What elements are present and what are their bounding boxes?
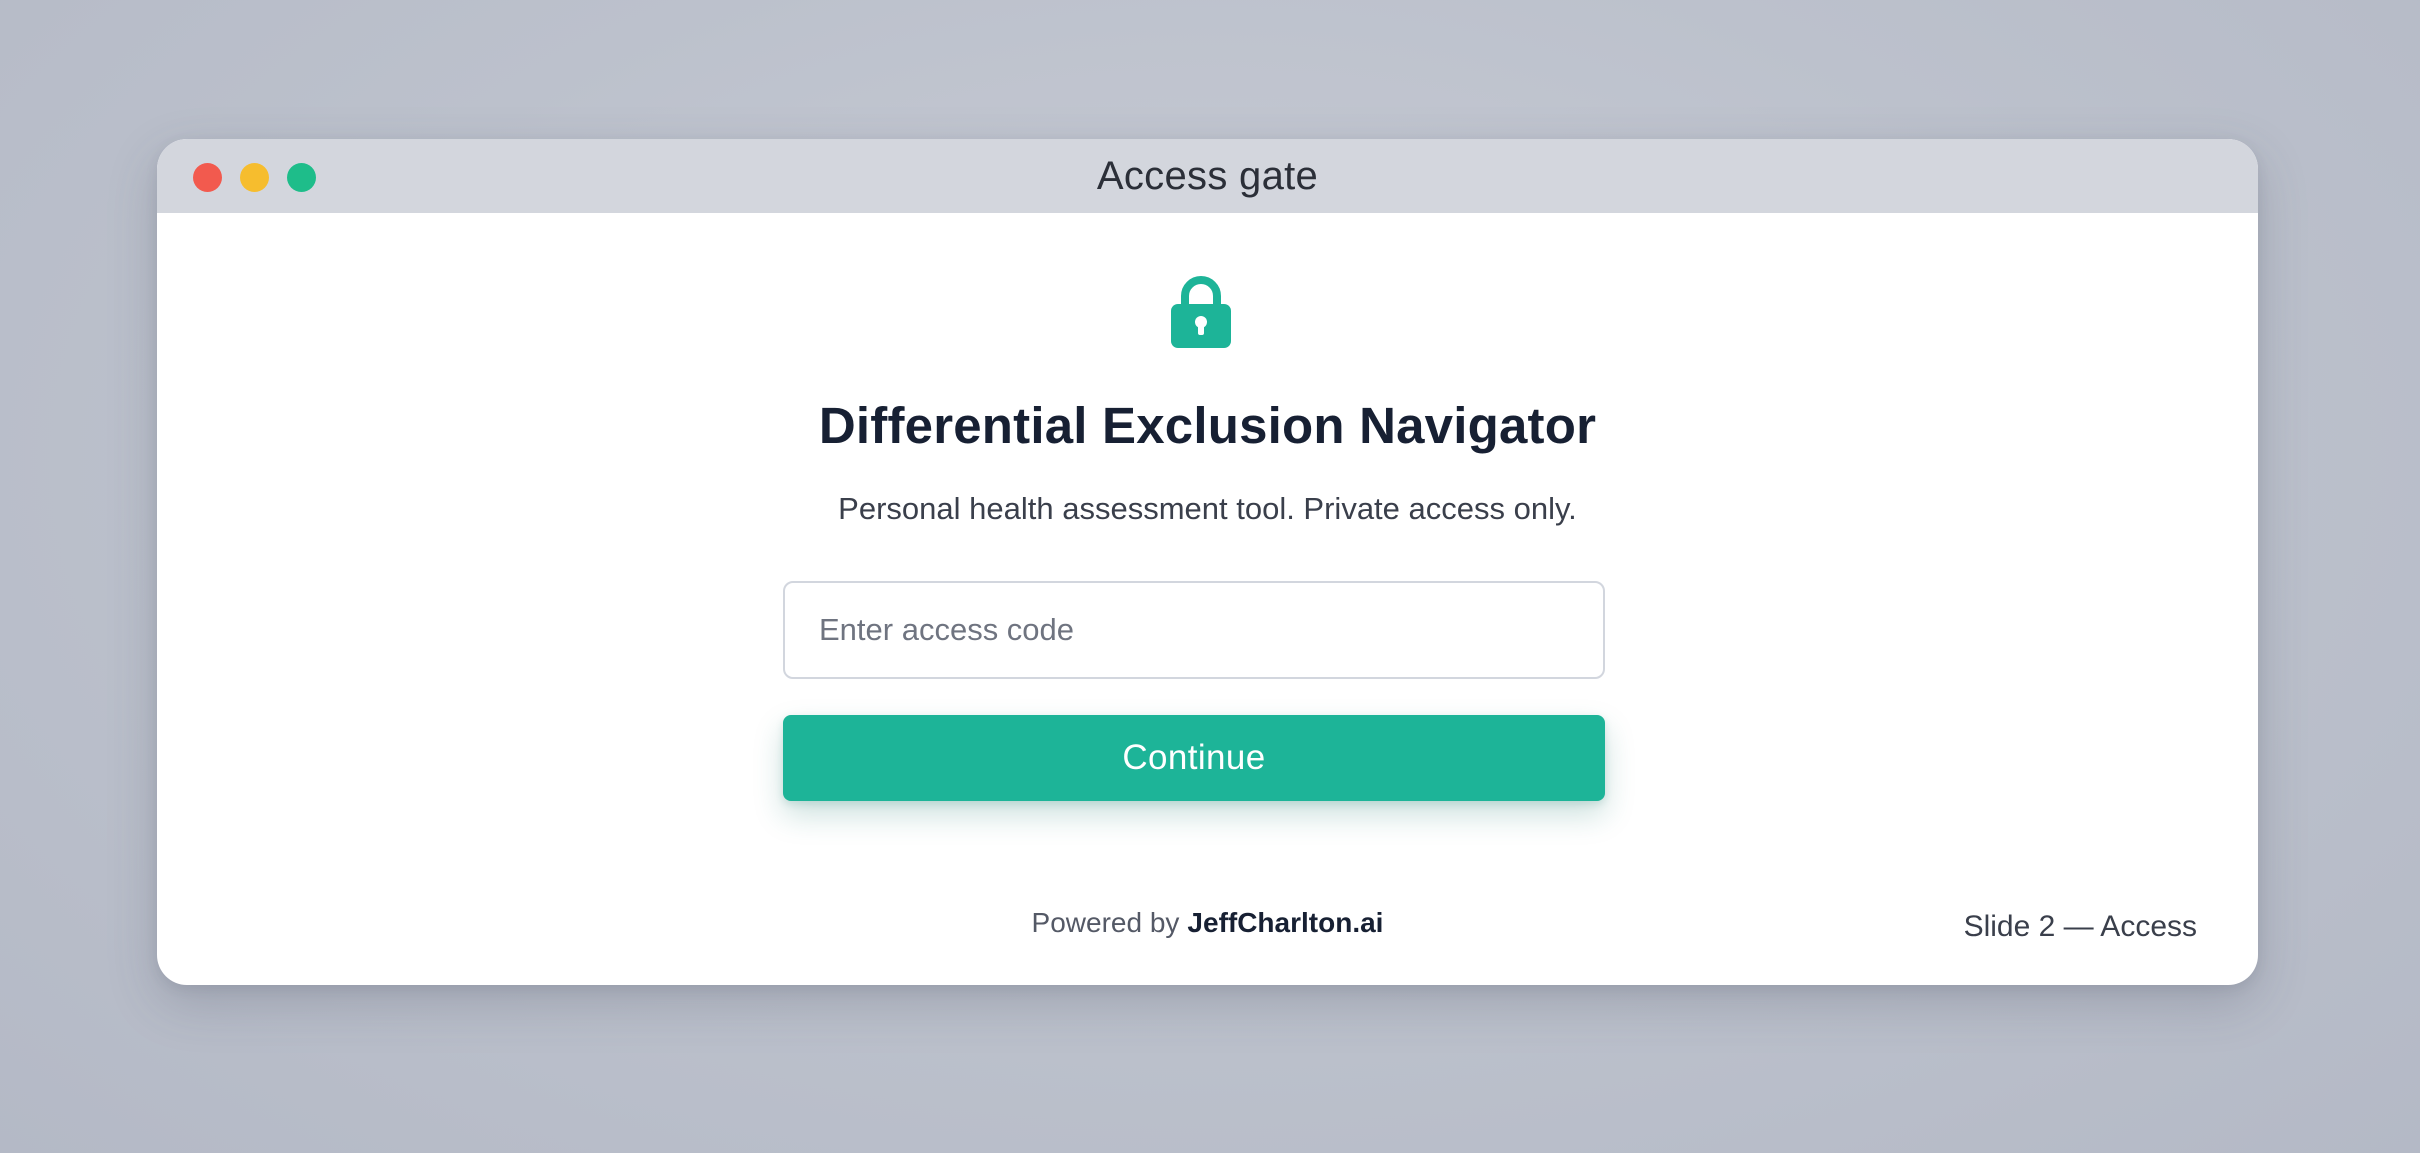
- zoom-window-button[interactable]: [287, 163, 316, 192]
- continue-button[interactable]: Continue: [783, 715, 1605, 801]
- powered-by-label: Powered by: [1031, 907, 1180, 938]
- access-code-input[interactable]: [783, 581, 1605, 679]
- page-subtitle: Personal health assessment tool. Private…: [838, 491, 1577, 526]
- lock-icon: [1161, 272, 1241, 352]
- window-title: Access gate: [1096, 153, 1319, 198]
- app-window: Access gate Differential Exclusion Navig…: [157, 139, 2258, 985]
- minimize-window-button[interactable]: [240, 163, 269, 192]
- slide-label: Slide 2 — Access: [1963, 910, 2197, 943]
- powered-by-footer: Powered by JeffCharlton.ai: [157, 907, 2258, 939]
- close-window-button[interactable]: [193, 163, 222, 192]
- window-controls: [193, 163, 316, 192]
- page-title: Differential Exclusion Navigator: [818, 397, 1597, 454]
- title-bar[interactable]: Access gate: [157, 139, 2258, 213]
- brand-name: JeffCharlton.ai: [1187, 907, 1384, 938]
